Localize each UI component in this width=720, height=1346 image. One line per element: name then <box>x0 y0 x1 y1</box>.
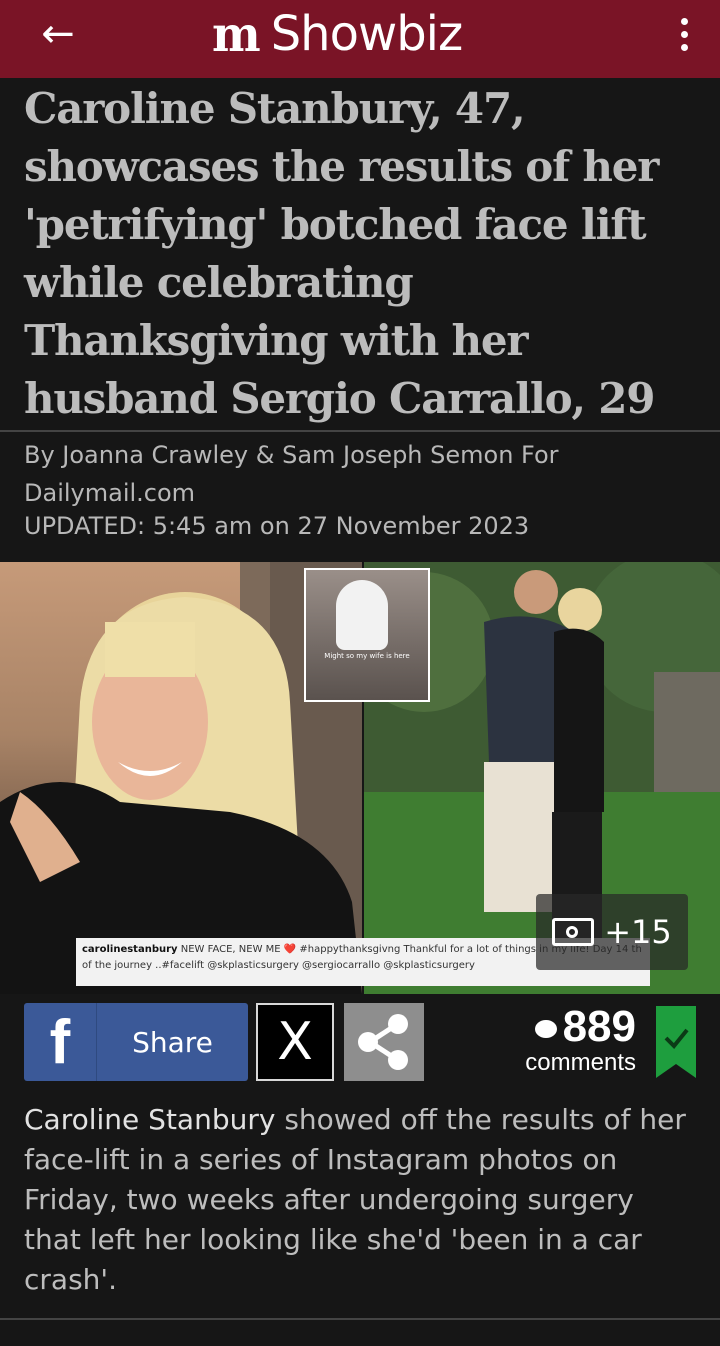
gallery-count: +15 <box>604 913 672 951</box>
share-nodes-icon <box>358 1014 408 1070</box>
share-more-button[interactable] <box>344 1003 424 1081</box>
x-icon: X <box>277 1012 313 1072</box>
comments-count: 889 <box>562 1002 636 1051</box>
logo-mark: m <box>212 5 261 63</box>
overflow-menu-button[interactable] <box>670 10 698 58</box>
article-summary: Caroline Stanbury showed off the results… <box>24 1100 696 1300</box>
comments-label: comments <box>525 1049 636 1076</box>
gallery-count-button[interactable]: +15 <box>536 894 688 970</box>
arrow-left-icon: ← <box>41 11 75 57</box>
article-byline[interactable]: By Joanna Crawley & Sam Joseph Semon For… <box>24 436 684 512</box>
comments-count-row: 889 <box>496 1004 636 1050</box>
updated-value: 5:45 am on 27 November 2023 <box>152 512 530 540</box>
updated-label: UPDATED: <box>24 512 146 540</box>
comments-button[interactable]: 889 comments <box>496 1004 636 1080</box>
article-headline[interactable]: Caroline Stanbury, 47, showcases the res… <box>24 80 704 428</box>
bandage-shape <box>336 580 388 650</box>
camera-icon <box>552 918 595 946</box>
summary-subject-link[interactable]: Caroline Stanbury <box>24 1103 275 1136</box>
inset-caption: Might so my wife is here <box>324 652 410 660</box>
facebook-share-button[interactable]: f Share <box>24 1003 248 1081</box>
comment-bubble-icon <box>534 1020 557 1039</box>
divider <box>0 430 720 432</box>
site-logo[interactable]: m Showbiz <box>212 4 464 64</box>
back-button[interactable]: ← <box>34 10 82 58</box>
hero-image[interactable]: Might so my wife is here carolinestanbur… <box>0 562 720 994</box>
divider-bottom <box>0 1318 720 1320</box>
top-bar: ← m Showbiz <box>0 0 720 78</box>
inset-photo: Might so my wife is here <box>304 568 430 702</box>
facebook-share-label: Share <box>132 1025 213 1059</box>
bookmark-check-icon[interactable] <box>656 1006 696 1078</box>
facebook-icon: f <box>24 1003 97 1081</box>
section-title: Showbiz <box>270 6 464 62</box>
x-share-button[interactable]: X <box>256 1003 334 1081</box>
vertical-dots-icon <box>680 17 688 25</box>
caption-user: carolinestanbury <box>82 944 178 955</box>
updated-timestamp: UPDATED: 5:45 am on 27 November 2023 <box>24 512 529 540</box>
